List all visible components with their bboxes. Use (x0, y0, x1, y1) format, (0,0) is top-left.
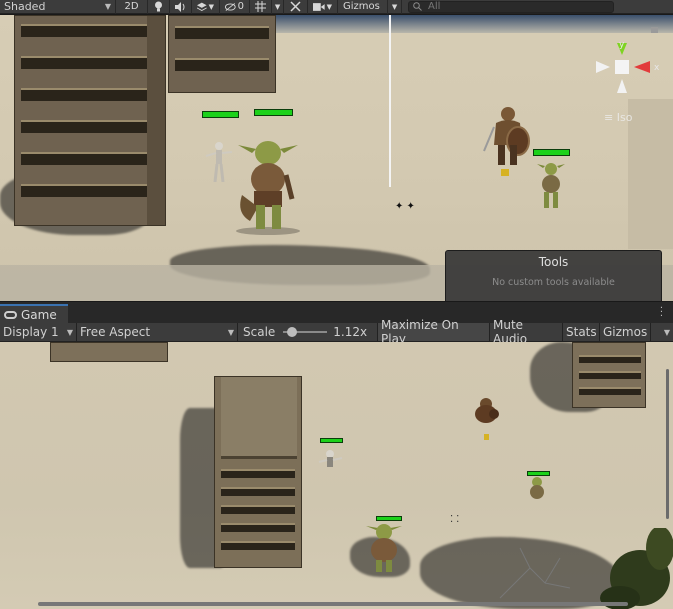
camera-dropdown[interactable]: ▼ (308, 0, 338, 14)
scene-search-input[interactable]: All (408, 0, 614, 13)
tab-game[interactable]: Game (0, 304, 68, 324)
tools-overlay-message: No custom tools available (492, 277, 615, 288)
aspect-dropdown[interactable]: Free Aspect ▼ (77, 323, 238, 341)
crossed-tools-icon (290, 1, 301, 12)
grid-toggle-button[interactable] (250, 0, 272, 14)
chevron-down-icon: ▼ (227, 327, 234, 337)
shading-mode-label: Shaded (4, 0, 46, 13)
armored-knight-character[interactable] (482, 105, 534, 167)
scene-horizon (240, 15, 673, 33)
2d-label: 2D (124, 1, 139, 12)
scale-slider-handle[interactable] (287, 327, 298, 337)
tools-overlay-panel: Tools No custom tools available (445, 250, 662, 301)
health-bar (320, 438, 343, 443)
gizmo-x-label: x (654, 63, 660, 73)
goblin-character[interactable] (362, 522, 406, 572)
chevron-down-icon: ▼ (326, 2, 332, 11)
mute-audio-toggle[interactable]: Mute Audio (490, 318, 563, 346)
goblin-character[interactable] (232, 135, 304, 235)
maximize-on-play-toggle[interactable]: Maximize On Play (378, 318, 490, 346)
gizmos-label: Gizmos (343, 1, 380, 12)
menu-lines-icon: ≡ (604, 111, 614, 124)
grid-options-dropdown[interactable]: ▼ (272, 0, 284, 14)
chevron-down-icon: ▼ (208, 2, 214, 11)
game-toolbar: Display 1 ▼ Free Aspect ▼ Scale 1.12x Ma… (0, 318, 673, 346)
scene-toolbar: Shaded ▼ 2D ▼ 0 ▼ ▼ Gizmos ▼ All (0, 0, 673, 14)
waypoint-marker: ✦ ✦ (395, 201, 415, 212)
grid-icon (255, 1, 266, 12)
game-building-edge[interactable] (50, 342, 168, 362)
goblin-character[interactable] (535, 162, 567, 210)
tools-overlay-title: Tools (538, 255, 569, 269)
2d-toggle-button[interactable]: 2D (116, 0, 148, 14)
game-building-right[interactable] (572, 342, 646, 408)
tree-foliage (499, 528, 673, 609)
camera-icon (313, 2, 325, 11)
stats-label: Stats (566, 325, 597, 339)
lightbulb-icon (155, 1, 162, 12)
game-building-tower[interactable] (214, 376, 302, 568)
scale-value: 1.12x (333, 325, 368, 339)
gizmo-y-label: y (619, 40, 625, 50)
skeleton-character[interactable] (205, 140, 233, 184)
search-placeholder: All (428, 1, 441, 12)
scale-slider[interactable] (283, 327, 328, 337)
game-tabbar: Game · · · (0, 301, 673, 324)
audio-toggle-button[interactable] (170, 0, 192, 14)
eye-slash-icon (225, 2, 236, 11)
game-gizmos-toggle[interactable]: Gizmos (600, 323, 651, 341)
gold-pickup[interactable] (501, 169, 509, 176)
hidden-objects-toggle[interactable]: 0 (220, 0, 250, 14)
lighting-toggle-button[interactable] (148, 0, 170, 14)
gizmos-toggle-button[interactable]: Gizmos (338, 0, 388, 14)
scene-building-back[interactable] (168, 15, 276, 93)
game-gizmos-dropdown[interactable]: ▼ (651, 323, 673, 341)
horizontal-scrollbar[interactable] (38, 602, 628, 606)
search-icon (413, 2, 422, 11)
game-gizmos-label: Gizmos (603, 325, 648, 339)
scene-wall (628, 99, 673, 249)
skeleton-character[interactable] (318, 448, 344, 470)
gamepad-icon (4, 311, 17, 319)
shading-mode-dropdown[interactable]: Shaded ▼ (0, 0, 116, 14)
chevron-down-icon: ▼ (391, 2, 398, 11)
chevron-down-icon: ▼ (274, 2, 281, 11)
speaker-icon (175, 1, 185, 12)
kebab-menu-icon[interactable]: · · · (660, 304, 663, 322)
gizmos-dropdown[interactable]: ▼ (388, 0, 402, 14)
health-bar (202, 111, 239, 118)
goblin-character[interactable] (525, 476, 549, 502)
chevron-down-icon: ▼ (66, 327, 73, 337)
display-dropdown[interactable]: Display 1 ▼ (0, 323, 77, 341)
game-viewport[interactable]: ⁚⁚ (0, 342, 673, 609)
lock-icon[interactable] (651, 27, 658, 33)
projection-toggle[interactable]: ≡ Iso (604, 111, 632, 124)
orientation-gizmo[interactable]: y x (592, 37, 662, 117)
aspect-label: Free Aspect (80, 325, 151, 339)
game-tab-label: Game (21, 308, 57, 322)
projection-label: Iso (616, 111, 633, 124)
hidden-count: 0 (237, 1, 244, 12)
scene-selection-line (389, 15, 391, 187)
crosshair-marker: ⁚⁚ (450, 514, 463, 525)
display-label: Display 1 (3, 325, 59, 339)
tools-toggle-button[interactable] (284, 0, 308, 14)
health-bar (376, 516, 402, 521)
health-bar (254, 109, 293, 116)
scale-label: Scale (243, 325, 276, 339)
gold-pickup[interactable] (484, 434, 489, 440)
scene-viewport[interactable]: ✦ ✦ y x ≡ Iso Tools No custom tools avai… (0, 15, 673, 301)
health-bar (533, 149, 570, 156)
scene-building-tall[interactable] (14, 15, 166, 226)
chevron-down-icon: ▼ (663, 327, 670, 337)
effects-dropdown[interactable]: ▼ (192, 0, 220, 14)
scale-control[interactable]: Scale 1.12x (238, 323, 378, 341)
layers-icon (197, 2, 207, 11)
stats-toggle[interactable]: Stats (563, 323, 600, 341)
armored-knight-character[interactable] (470, 394, 502, 426)
chevron-down-icon: ▼ (104, 2, 111, 11)
vertical-scrollbar[interactable] (666, 369, 669, 519)
